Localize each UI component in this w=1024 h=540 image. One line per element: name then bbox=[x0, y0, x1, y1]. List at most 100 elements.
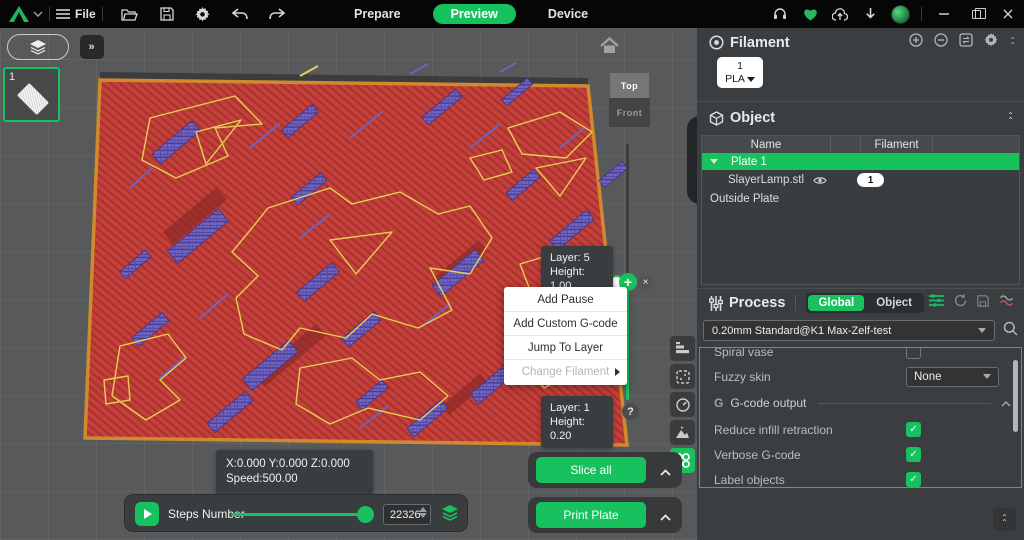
panel-collapse-handle[interactable] bbox=[687, 116, 697, 204]
layer-context-menu: Add PauseAdd Custom G-codeJump To Layer C… bbox=[504, 287, 627, 385]
steps-slider[interactable] bbox=[231, 513, 367, 516]
save-icon bbox=[977, 295, 989, 307]
cloud-upload-button[interactable] bbox=[825, 2, 855, 26]
object-row-outside-plate[interactable]: Outside Plate bbox=[702, 190, 1019, 208]
download-button[interactable] bbox=[855, 2, 885, 26]
selection-view-button[interactable] bbox=[670, 364, 695, 389]
panel-collapse-button[interactable]: ⌃⌃ bbox=[993, 508, 1016, 531]
process-flush-button[interactable] bbox=[999, 294, 1014, 312]
play-button[interactable] bbox=[135, 502, 159, 526]
line-type-view-button[interactable] bbox=[670, 336, 695, 361]
close-icon: × bbox=[643, 277, 649, 288]
menu-item-jump-to-layer[interactable]: Jump To Layer bbox=[504, 336, 627, 360]
spiral-vase-checkbox[interactable] bbox=[906, 347, 921, 359]
menu-item-label: Change Filament bbox=[522, 366, 610, 378]
save-button[interactable] bbox=[152, 2, 182, 26]
file-menu-button[interactable]: File bbox=[56, 7, 96, 21]
maximize-button[interactable] bbox=[960, 0, 992, 28]
chevron-up-icon bbox=[660, 469, 671, 476]
viewcube-front-face[interactable]: Front bbox=[609, 98, 650, 127]
filament-slot-card[interactable]: 1 PLA bbox=[717, 57, 763, 88]
spin-down-icon bbox=[419, 513, 427, 518]
preset-select[interactable]: 0.20mm Standard@K1 Max-Zelf-test bbox=[703, 320, 995, 341]
close-button[interactable] bbox=[992, 0, 1024, 28]
plate-thumbnail[interactable]: 1 bbox=[3, 67, 60, 122]
label-objects-checkbox[interactable]: ✓ bbox=[906, 472, 921, 487]
layer-slider-track-upper[interactable] bbox=[626, 144, 629, 276]
filament-spool-icon bbox=[709, 35, 724, 50]
steps-spinner-arrows[interactable] bbox=[419, 507, 427, 518]
process-settings-scroll[interactable]: Spiral vaseFuzzy skinNoneGG-code outputR… bbox=[699, 347, 1022, 488]
layer-mode-button[interactable] bbox=[441, 504, 459, 527]
support-button[interactable] bbox=[765, 2, 795, 26]
print-plate-button[interactable]: Print Plate bbox=[536, 502, 646, 528]
visibility-eye-icon[interactable] bbox=[805, 176, 835, 185]
print-options-chevron[interactable] bbox=[660, 508, 671, 526]
sync-filament-button[interactable] bbox=[959, 33, 973, 52]
object-row-slayerlamp-stl[interactable]: SlayerLamp.stl 1 bbox=[702, 170, 1019, 190]
menu-item-add-custom-g-code[interactable]: Add Custom G-code bbox=[504, 312, 627, 336]
filament-settings-button[interactable] bbox=[984, 33, 998, 52]
gauge-icon bbox=[676, 398, 690, 412]
layer-marker-close-button[interactable]: × bbox=[638, 275, 653, 290]
remove-filament-button[interactable] bbox=[934, 33, 948, 52]
slice-all-button[interactable]: Slice all bbox=[536, 457, 646, 483]
minimize-button[interactable] bbox=[928, 0, 960, 28]
open-file-button[interactable] bbox=[115, 2, 145, 26]
object-collapse-button[interactable]: ⌃⌃ bbox=[1007, 113, 1014, 123]
process-params-button[interactable] bbox=[929, 294, 944, 312]
process-reset-button[interactable] bbox=[954, 294, 967, 312]
help-button[interactable]: ? bbox=[622, 403, 639, 420]
redo-button[interactable] bbox=[262, 2, 292, 26]
setting-label: Verbose G-code bbox=[714, 448, 906, 462]
fuzzy-skin-select[interactable]: None bbox=[906, 367, 999, 387]
plate-list-toggle-button[interactable] bbox=[7, 34, 69, 60]
print-action-box: Print Plate bbox=[528, 497, 682, 533]
scrollbar-thumb[interactable] bbox=[1013, 360, 1018, 432]
transfer-icon bbox=[999, 294, 1014, 307]
expand-sidebar-button[interactable]: » bbox=[80, 35, 104, 59]
settings-button[interactable] bbox=[188, 2, 218, 26]
slicer-app: File bbox=[0, 0, 1024, 540]
spin-up-icon bbox=[419, 507, 427, 512]
preview-3d-viewport[interactable]: » 1 Top Front + × ? bbox=[0, 28, 697, 540]
filament-collapse-button[interactable]: ⌃⌃ bbox=[1009, 38, 1016, 48]
reduce-infill-retraction-checkbox[interactable]: ✓ bbox=[906, 422, 921, 437]
favorites-button[interactable] bbox=[795, 2, 825, 26]
scope-global[interactable]: Global bbox=[808, 295, 864, 311]
settings-section-g-code-output[interactable]: GG-code output bbox=[714, 389, 1021, 417]
preset-row: 0.20mm Standard@K1 Max-Zelf-test bbox=[703, 320, 1018, 341]
dashed-square-icon bbox=[676, 370, 690, 384]
tab-device[interactable]: Device bbox=[534, 4, 602, 24]
tab-prepare[interactable]: Prepare bbox=[340, 4, 415, 24]
filament-section-header: Filament ⌃⌃ bbox=[709, 33, 1016, 52]
filament-number-badge[interactable]: 1 bbox=[857, 173, 884, 187]
steps-slider-thumb[interactable] bbox=[357, 506, 374, 523]
menu-item-add-pause[interactable]: Add Pause bbox=[504, 288, 627, 312]
process-save-button[interactable] bbox=[977, 294, 989, 312]
scope-object[interactable]: Object bbox=[866, 295, 922, 311]
chevron-down-icon bbox=[33, 11, 43, 17]
stack-icon bbox=[441, 504, 459, 522]
process-title: Process bbox=[729, 295, 785, 311]
mountain-view-button[interactable] bbox=[670, 420, 695, 445]
speed-view-button[interactable] bbox=[670, 392, 695, 417]
steps-number-input[interactable]: 22326 bbox=[383, 504, 431, 525]
object-name: SlayerLamp.stl bbox=[702, 174, 805, 186]
question-icon: ? bbox=[627, 406, 634, 418]
account-button[interactable] bbox=[885, 2, 915, 26]
lower-layer-tooltip: Layer: 1 Height: 0.20 bbox=[541, 396, 613, 448]
object-row-plate-1[interactable]: Plate 1 bbox=[702, 153, 1019, 170]
gear-icon bbox=[984, 33, 998, 47]
divider bbox=[818, 403, 991, 404]
home-view-button[interactable] bbox=[600, 37, 619, 59]
slice-options-chevron[interactable] bbox=[660, 463, 671, 481]
view-tabs: Prepare Preview Device bbox=[340, 0, 602, 28]
app-logo[interactable] bbox=[8, 5, 43, 23]
tab-preview[interactable]: Preview bbox=[433, 4, 516, 24]
preset-search-button[interactable] bbox=[1003, 321, 1018, 341]
undo-button[interactable] bbox=[225, 2, 255, 26]
add-filament-button[interactable] bbox=[909, 33, 923, 52]
viewcube-top-face[interactable]: Top bbox=[610, 73, 649, 98]
verbose-g-code-checkbox[interactable]: ✓ bbox=[906, 447, 921, 462]
